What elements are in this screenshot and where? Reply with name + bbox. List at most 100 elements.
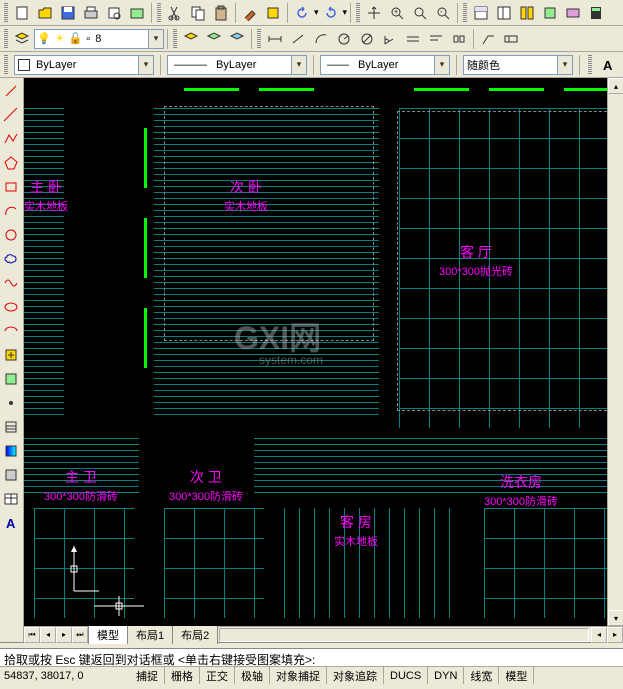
lwt-toggle[interactable]: 线宽 <box>464 667 499 684</box>
circle-icon[interactable] <box>0 224 22 246</box>
spline-icon[interactable] <box>0 272 22 294</box>
dim-radius-icon[interactable] <box>333 28 355 50</box>
copy-icon[interactable] <box>187 2 209 24</box>
tab-last-icon[interactable]: ⏭ <box>72 627 88 643</box>
layer-manager-icon[interactable] <box>11 28 33 50</box>
tab-model[interactable]: 模型 <box>88 625 128 644</box>
match-prop-icon[interactable] <box>239 2 261 24</box>
scroll-down-icon[interactable]: ▾ <box>608 610 623 626</box>
linetype-combo[interactable]: ——— ByLayer <box>167 55 307 75</box>
insert-block-icon[interactable] <box>0 344 22 366</box>
scrollbar-vertical[interactable]: ▴ ▾ <box>607 78 623 626</box>
grip[interactable] <box>157 3 161 23</box>
dim-arc-icon[interactable] <box>310 28 332 50</box>
mtext-icon[interactable]: A <box>0 512 22 534</box>
ortho-toggle[interactable]: 正交 <box>200 667 235 684</box>
grip[interactable] <box>4 3 8 23</box>
ellipse-arc-icon[interactable] <box>0 320 22 342</box>
pline-icon[interactable] <box>0 128 22 150</box>
undo-icon[interactable] <box>291 2 313 24</box>
grid-toggle[interactable]: 栅格 <box>165 667 200 684</box>
hatch-icon[interactable] <box>0 416 22 438</box>
table-icon[interactable] <box>0 488 22 510</box>
polar-toggle[interactable]: 极轴 <box>235 667 270 684</box>
redo-icon[interactable] <box>320 2 342 24</box>
rect-icon[interactable] <box>0 176 22 198</box>
markup-icon[interactable] <box>562 2 584 24</box>
publish-icon[interactable] <box>126 2 148 24</box>
revcloud-icon[interactable] <box>0 248 22 270</box>
layer-iso-icon[interactable] <box>226 28 248 50</box>
osnap-toggle[interactable]: 对象捕捉 <box>270 667 327 684</box>
design-center-icon[interactable] <box>493 2 515 24</box>
save-file-icon[interactable] <box>57 2 79 24</box>
layer-prev-icon[interactable] <box>203 28 225 50</box>
xline-icon[interactable] <box>0 104 22 126</box>
ducs-toggle[interactable]: DUCS <box>384 667 428 684</box>
new-file-icon[interactable] <box>11 2 33 24</box>
properties-icon[interactable] <box>470 2 492 24</box>
chevron-down-icon[interactable] <box>434 56 449 74</box>
grip[interactable] <box>356 3 360 23</box>
chevron-down-icon[interactable] <box>138 56 153 74</box>
line-icon[interactable] <box>0 80 22 102</box>
chevron-down-icon[interactable] <box>557 56 572 74</box>
tab-layout1[interactable]: 布局1 <box>127 625 173 644</box>
dim-baseline-icon[interactable] <box>425 28 447 50</box>
region-icon[interactable] <box>0 464 22 486</box>
dim-quick-icon[interactable] <box>402 28 424 50</box>
lineweight-combo[interactable]: —— ByLayer <box>320 55 450 75</box>
chevron-down-icon[interactable] <box>291 56 306 74</box>
cut-icon[interactable] <box>164 2 186 24</box>
text-style-icon[interactable]: A <box>598 54 620 76</box>
chevron-down-icon[interactable] <box>148 30 163 48</box>
polygon-icon[interactable] <box>0 152 22 174</box>
grip[interactable] <box>4 29 8 49</box>
dim-leader-icon[interactable] <box>477 28 499 50</box>
dim-aligned-icon[interactable] <box>287 28 309 50</box>
calc-icon[interactable] <box>585 2 607 24</box>
tab-layout2[interactable]: 布局2 <box>172 625 218 644</box>
scroll-up-icon[interactable]: ▴ <box>608 78 623 94</box>
otrack-toggle[interactable]: 对象追踪 <box>327 667 384 684</box>
layer-off-icon[interactable] <box>180 28 202 50</box>
grip[interactable] <box>257 29 261 49</box>
dim-angular-icon[interactable] <box>379 28 401 50</box>
scroll-left-icon[interactable]: ◂ <box>591 627 607 643</box>
sheet-set-icon[interactable] <box>539 2 561 24</box>
make-block-icon[interactable] <box>0 368 22 390</box>
grip[interactable] <box>4 55 8 75</box>
command-line[interactable]: 拾取或按 Esc 键返回到对话框或 <单击右键接受图案填充>: <box>0 648 623 666</box>
ellipse-icon[interactable] <box>0 296 22 318</box>
zoom-rt-icon[interactable]: + <box>386 2 408 24</box>
open-file-icon[interactable] <box>34 2 56 24</box>
grip[interactable] <box>463 3 467 23</box>
plot-preview-icon[interactable] <box>103 2 125 24</box>
dim-diameter-icon[interactable] <box>356 28 378 50</box>
point-icon[interactable] <box>0 392 22 414</box>
arc-icon[interactable] <box>0 200 22 222</box>
dim-tolerance-icon[interactable] <box>500 28 522 50</box>
tab-prev-icon[interactable]: ◂ <box>40 627 56 643</box>
drawing-canvas[interactable]: 主 卧实木地板 次 卧实木地板 客 厅300*300抛光砖 主 卫300*300… <box>24 78 623 626</box>
tab-next-icon[interactable]: ▸ <box>56 627 72 643</box>
grip[interactable] <box>173 29 177 49</box>
tool-palette-icon[interactable] <box>516 2 538 24</box>
gradient-icon[interactable] <box>0 440 22 462</box>
plotstyle-combo[interactable]: 随颜色 <box>463 55 573 75</box>
color-combo[interactable]: ByLayer <box>14 55 154 75</box>
zoom-win-icon[interactable] <box>409 2 431 24</box>
snap-toggle[interactable]: 捕捉 <box>130 667 165 684</box>
pan-icon[interactable] <box>363 2 385 24</box>
dim-continue-icon[interactable] <box>448 28 470 50</box>
layer-combo[interactable]: 💡☀🔓▫ 8 <box>34 29 164 49</box>
paste-icon[interactable] <box>210 2 232 24</box>
scrollbar-horizontal[interactable] <box>219 628 589 642</box>
zoom-prev-icon[interactable]: - <box>432 2 454 24</box>
block-editor-icon[interactable] <box>262 2 284 24</box>
scroll-right-icon[interactable]: ▸ <box>607 627 623 643</box>
dyn-toggle[interactable]: DYN <box>428 667 464 684</box>
model-toggle[interactable]: 模型 <box>499 667 534 684</box>
dim-linear-icon[interactable] <box>264 28 286 50</box>
plot-icon[interactable] <box>80 2 102 24</box>
